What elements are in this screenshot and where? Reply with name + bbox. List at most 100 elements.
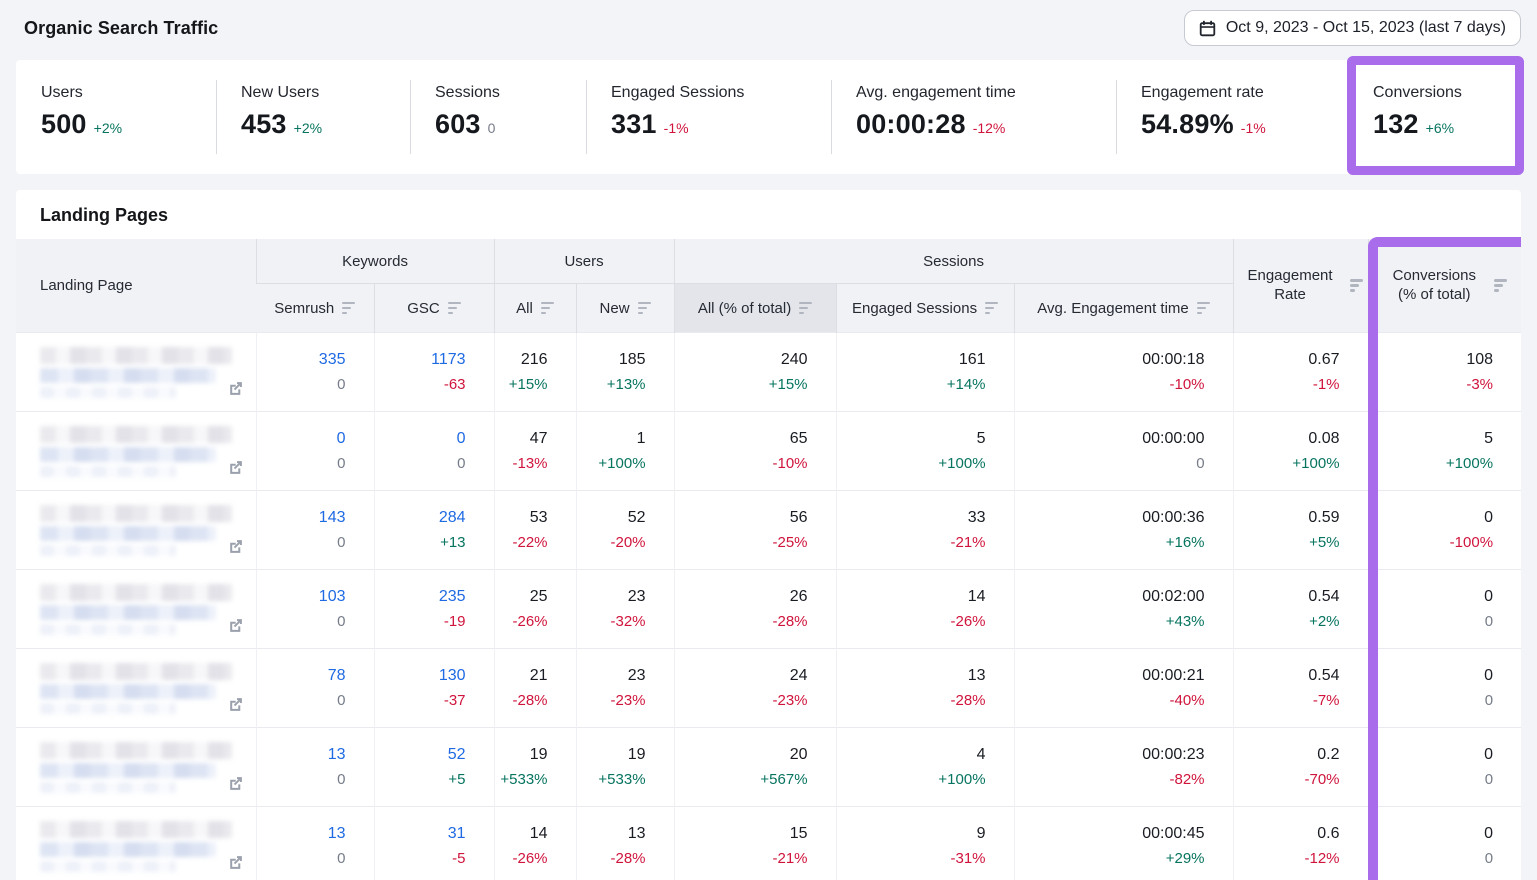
cell-engagement-rate: 0.67 -1% <box>1233 333 1368 412</box>
cell-conversions-pct: 108-3% <box>1368 333 1521 412</box>
external-link-icon[interactable] <box>227 854 244 871</box>
column-header-avg-engagement-time[interactable]: Avg. Engagement time <box>1014 284 1233 333</box>
engaged-sessions-delta: -31% <box>837 850 986 867</box>
cell-avg-engagement-time: 00:00:45+29% <box>1014 807 1233 880</box>
gsc-delta: +13 <box>375 534 466 551</box>
kpi-delta: 0 <box>488 120 496 136</box>
kpi-label: New Users <box>241 84 410 102</box>
cell-engagement-rate: 0.08+100% <box>1233 412 1368 491</box>
users-new-delta: -28% <box>577 850 646 867</box>
external-link-icon[interactable] <box>227 459 244 476</box>
conversions-pct-value: 0 <box>1369 746 1494 764</box>
column-group-sessions: Sessions <box>674 239 1233 284</box>
engaged-sessions-delta: -21% <box>837 534 986 551</box>
kpi-delta: +6% <box>1426 120 1454 136</box>
redacted-sub-bar <box>40 703 176 714</box>
kpi-value: 603 <box>435 109 481 139</box>
sort-icon[interactable] <box>1494 279 1507 292</box>
semrush-value[interactable]: 0 <box>257 430 346 448</box>
kpi-value: 132 <box>1373 109 1419 139</box>
column-header-users-new[interactable]: New <box>576 284 674 333</box>
gsc-value[interactable]: 235 <box>375 588 466 606</box>
column-header-users-all[interactable]: All <box>494 284 576 333</box>
redacted-url-bar <box>40 763 216 778</box>
external-link-icon[interactable] <box>227 380 244 397</box>
users-new-value: 52 <box>577 509 646 527</box>
semrush-value[interactable]: 103 <box>257 588 346 606</box>
external-link-icon[interactable] <box>227 538 244 555</box>
kpi-label: Sessions <box>435 84 586 102</box>
column-header-conversions[interactable]: Conversions (% of total) <box>1368 239 1521 333</box>
redacted-url-bar <box>40 605 216 620</box>
external-link-icon[interactable] <box>227 617 244 634</box>
sessions-all-pct-delta: -23% <box>675 692 808 709</box>
cell-conversions-pct: 5+100% <box>1368 412 1521 491</box>
kpi-label: Users <box>41 84 216 102</box>
column-header-engagement-rate[interactable]: Engagement Rate <box>1233 239 1368 333</box>
gsc-value[interactable]: 284 <box>375 509 466 527</box>
gsc-value[interactable]: 0 <box>375 430 466 448</box>
redacted-sub-bar <box>40 545 176 556</box>
external-link-icon[interactable] <box>227 775 244 792</box>
users-all-delta: -28% <box>495 692 548 709</box>
sort-icon[interactable] <box>985 302 998 315</box>
users-new-delta: +13% <box>577 376 646 393</box>
cell-engaged-sessions: 9 -31% <box>836 807 1014 880</box>
semrush-value[interactable]: 143 <box>257 509 346 527</box>
cell-users-new: 13 -28% <box>576 807 674 880</box>
column-header-engaged-sessions[interactable]: Engaged Sessions <box>836 284 1014 333</box>
sort-icon[interactable] <box>448 302 461 315</box>
sort-icon[interactable] <box>1350 279 1363 292</box>
column-header-landing-page: Landing Page <box>16 239 256 333</box>
engaged-sessions-value: 14 <box>837 588 986 606</box>
sort-icon[interactable] <box>799 302 812 315</box>
kpi-conversions: Conversions132+6% <box>1348 60 1521 174</box>
cell-engagement-rate: 0.54+2% <box>1233 570 1368 649</box>
gsc-value[interactable]: 1173 <box>375 351 466 369</box>
cell-avg-engagement-time: 00:00:18-10% <box>1014 333 1233 412</box>
avg-engagement-time-delta: -40% <box>1015 692 1205 709</box>
landing-page-cell <box>16 412 256 491</box>
column-header-gsc[interactable]: GSC <box>374 284 494 333</box>
sort-icon[interactable] <box>638 302 651 315</box>
engaged-sessions-value: 9 <box>837 825 986 843</box>
redacted-landing-page <box>40 663 240 714</box>
engagement-rate-value: 0.08 <box>1234 430 1340 448</box>
cell-engagement-rate: 0.59+5% <box>1233 491 1368 570</box>
column-header-sessions-all-pct[interactable]: All (% of total) <box>674 284 836 333</box>
semrush-value[interactable]: 13 <box>257 825 346 843</box>
avg-engagement-time-delta: -82% <box>1015 771 1205 788</box>
gsc-value[interactable]: 52 <box>375 746 466 764</box>
semrush-value[interactable]: 78 <box>257 667 346 685</box>
sort-icon[interactable] <box>342 302 355 315</box>
engaged-sessions-delta: +14% <box>837 376 986 393</box>
date-range-picker[interactable]: Oct 9, 2023 - Oct 15, 2023 (last 7 days) <box>1184 10 1521 46</box>
kpi-delta: +2% <box>94 120 122 136</box>
sort-icon[interactable] <box>1197 302 1210 315</box>
cell-avg-engagement-time: 00:00:36+16% <box>1014 491 1233 570</box>
landing-page-cell <box>16 491 256 570</box>
engagement-rate-value: 0.67 <box>1234 351 1340 369</box>
users-new-value: 13 <box>577 825 646 843</box>
kpi-sessions: Sessions 603 0 <box>410 60 586 174</box>
gsc-value[interactable]: 130 <box>375 667 466 685</box>
semrush-value[interactable]: 335 <box>257 351 346 369</box>
engagement-rate-delta: +5% <box>1234 534 1340 551</box>
conversions-pct-delta: 0 <box>1369 692 1494 709</box>
cell-sessions-all-pct: 15-21% <box>674 807 836 880</box>
cell-engagement-rate: 0.2-70% <box>1233 728 1368 807</box>
column-header-semrush[interactable]: Semrush <box>256 284 374 333</box>
cell-users-all: 19+533% <box>494 728 576 807</box>
gsc-delta: -37 <box>375 692 466 709</box>
sort-icon[interactable] <box>541 302 554 315</box>
external-link-icon[interactable] <box>227 696 244 713</box>
cell-engaged-sessions: 5+100% <box>836 412 1014 491</box>
cell-users-all: 216+15% <box>494 333 576 412</box>
semrush-value[interactable]: 13 <box>257 746 346 764</box>
engagement-rate-delta: -1% <box>1234 376 1340 393</box>
landing-pages-title: Landing Pages <box>16 190 1521 239</box>
redacted-landing-page <box>40 742 240 793</box>
conversions-pct-value: 0 <box>1369 825 1494 843</box>
gsc-value[interactable]: 31 <box>375 825 466 843</box>
avg-engagement-time-value: 00:02:00 <box>1015 588 1205 606</box>
